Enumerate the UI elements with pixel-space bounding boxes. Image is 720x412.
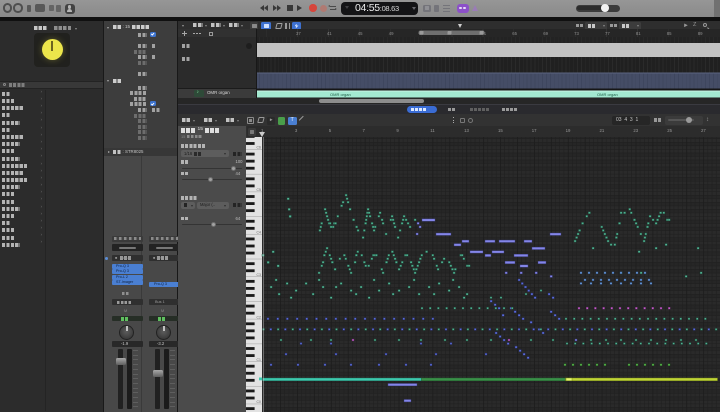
svg-text:73: 73 [574,31,579,36]
svg-text:C0: C0 [257,400,261,404]
svg-text:OMR organ: OMR organ [597,92,618,97]
svg-text:OMR organ: OMR organ [330,92,351,97]
svg-text:81: 81 [635,31,640,36]
svg-text:77: 77 [605,31,610,36]
svg-text:85: 85 [666,31,671,36]
svg-text:65: 65 [512,31,517,36]
svg-text:69: 69 [543,31,548,36]
svg-text:C3: C3 [257,273,261,277]
svg-text:C4: C4 [257,231,261,235]
svg-text:C1: C1 [257,358,261,362]
svg-text:37: 37 [296,31,301,36]
svg-text:C2: C2 [257,315,261,319]
svg-text:49: 49 [388,31,393,36]
svg-text:89: 89 [697,31,702,36]
svg-text:41: 41 [326,31,331,36]
svg-text:C6: C6 [257,146,261,150]
svg-text:45: 45 [357,31,362,36]
svg-text:C5: C5 [257,188,261,192]
